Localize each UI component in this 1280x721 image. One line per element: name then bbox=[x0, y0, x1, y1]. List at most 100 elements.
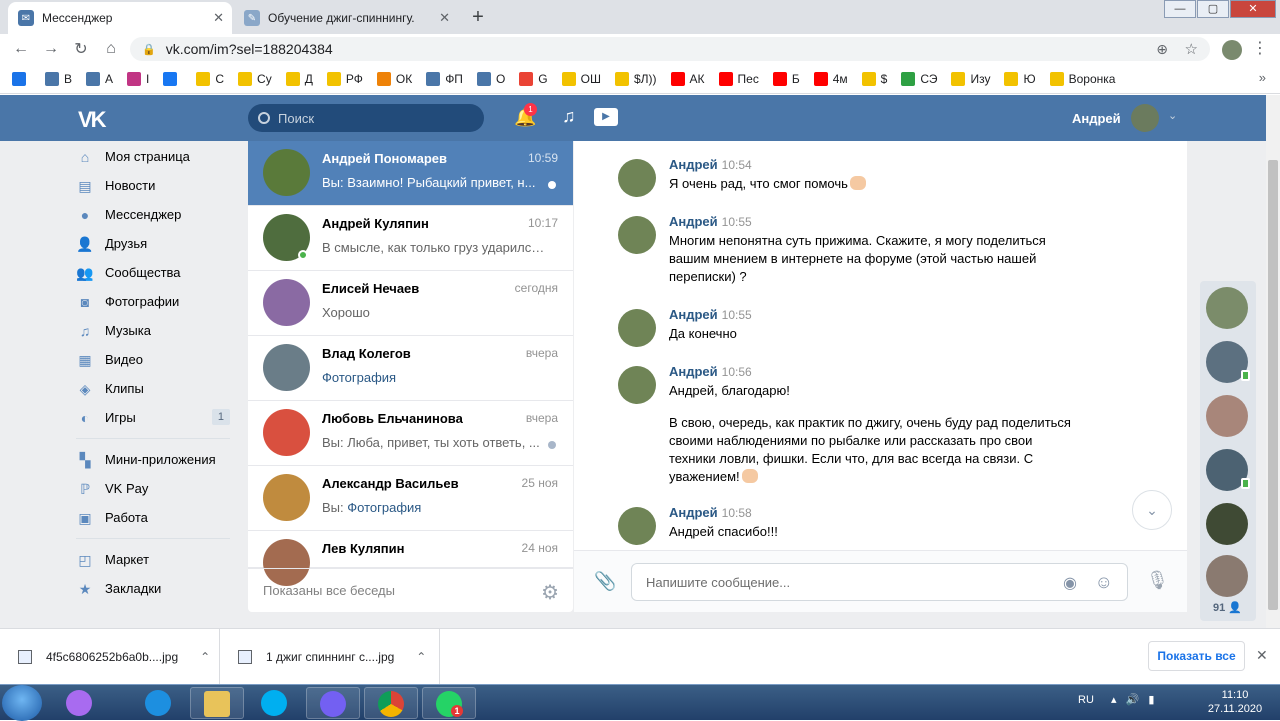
bookmark-item[interactable]: А bbox=[86, 71, 113, 86]
online-count[interactable]: 91 👤 bbox=[1213, 601, 1242, 614]
nav-item[interactable]: ● Мессенджер bbox=[76, 200, 236, 229]
bookmark-item[interactable]: Изу bbox=[951, 71, 990, 86]
bookmark-item[interactable]: Пес bbox=[718, 71, 759, 86]
download-item[interactable]: 1 джиг спиннинг с....jpg ⌃ bbox=[220, 629, 440, 685]
message-avatar[interactable] bbox=[618, 309, 656, 347]
nav-item[interactable]: 👤 Друзья bbox=[76, 229, 236, 258]
taskbar-app[interactable]: 1 bbox=[422, 687, 476, 719]
header-user-name[interactable]: Андрей bbox=[1072, 111, 1121, 126]
start-button[interactable] bbox=[2, 685, 42, 721]
minimize-button[interactable]: — bbox=[1164, 0, 1196, 18]
smile-icon[interactable]: ☺ bbox=[1095, 572, 1113, 593]
bookmark-item[interactable]: ФП bbox=[426, 71, 463, 86]
home-icon[interactable]: ⌂ bbox=[96, 40, 126, 58]
page-scrollbar[interactable] bbox=[1266, 95, 1280, 628]
music-icon[interactable]: ♫ bbox=[562, 106, 576, 127]
taskbar-app[interactable] bbox=[53, 687, 107, 719]
author-name[interactable]: Андрей bbox=[669, 364, 718, 379]
scroll-down-button[interactable]: ⌄ bbox=[1132, 490, 1172, 530]
header-avatar[interactable] bbox=[1131, 104, 1159, 132]
search-input[interactable] bbox=[278, 110, 468, 126]
attach-icon[interactable]: 📎 bbox=[594, 571, 616, 592]
conversation-item[interactable]: Александр Васильев 25 ноя Вы: Фотография bbox=[248, 466, 573, 531]
conversation-item[interactable]: Влад Колегов вчера Фотография bbox=[248, 336, 573, 401]
nav-item[interactable]: ▣ Работа bbox=[76, 503, 236, 532]
bookmark-item[interactable]: Су bbox=[238, 71, 272, 86]
volume-icon[interactable]: 🔊 bbox=[1126, 694, 1140, 706]
bookmark-item[interactable]: РФ bbox=[326, 71, 363, 86]
bookmark-item[interactable]: АК bbox=[670, 71, 705, 86]
message-author[interactable]: Андрей 10:56 bbox=[669, 364, 752, 379]
video-icon[interactable]: ▶ bbox=[594, 108, 618, 126]
bookmark-item[interactable]: Д bbox=[285, 71, 313, 86]
bookmark-item[interactable]: Б bbox=[772, 71, 800, 86]
close-icon[interactable]: ✕ bbox=[1256, 647, 1268, 664]
bookmark-item[interactable]: Воронка bbox=[1049, 71, 1115, 86]
network-icon[interactable]: ▮ bbox=[1148, 694, 1154, 706]
message-author[interactable]: Андрей 10:54 bbox=[669, 157, 752, 172]
nav-item[interactable]: ▦ Видео bbox=[76, 345, 236, 374]
friend-avatar[interactable] bbox=[1206, 503, 1248, 545]
forward-icon[interactable]: → bbox=[36, 40, 66, 58]
author-name[interactable]: Андрей bbox=[669, 157, 718, 172]
search-box[interactable] bbox=[248, 104, 484, 132]
tab-messenger[interactable]: ✉ Мессенджер ✕ bbox=[8, 2, 232, 34]
nav-item[interactable]: ★ Закладки bbox=[76, 574, 236, 603]
chevron-down-icon[interactable]: ⌄ bbox=[1168, 109, 1177, 122]
conversation-item[interactable]: Лев Куляпин 24 ноя bbox=[248, 531, 573, 586]
bookmark-item[interactable]: СЭ bbox=[901, 71, 937, 86]
nav-item[interactable]: ▚ Мини-приложения bbox=[76, 445, 236, 474]
message-box[interactable]: ◉ ☺ bbox=[631, 563, 1128, 601]
gear-icon[interactable]: ⚙ bbox=[541, 580, 559, 605]
url-field[interactable]: 🔒 vk.com/im?sel=188204384 ⊕ ☆ bbox=[130, 37, 1210, 61]
bookmark-item[interactable]: I bbox=[127, 71, 149, 86]
nav-item[interactable]: ◰ Маркет bbox=[76, 545, 236, 574]
author-name[interactable]: Андрей bbox=[669, 214, 718, 229]
message-author[interactable]: Андрей 10:55 bbox=[669, 307, 752, 322]
nav-item[interactable]: ♫ Музыка bbox=[76, 316, 236, 345]
message-input[interactable] bbox=[646, 574, 1026, 590]
bookmark-item[interactable]: G bbox=[519, 71, 548, 86]
new-tab-button[interactable]: + bbox=[466, 6, 490, 30]
vk-logo-icon[interactable]: VK bbox=[78, 107, 107, 133]
microphone-icon[interactable]: 🎙 bbox=[1146, 570, 1169, 591]
more-bookmarks-icon[interactable]: » bbox=[1259, 70, 1266, 85]
friend-avatar[interactable] bbox=[1206, 395, 1248, 437]
friend-avatar[interactable] bbox=[1206, 341, 1250, 383]
back-icon[interactable]: ← bbox=[6, 40, 36, 58]
chevron-up-icon[interactable]: ⌃ bbox=[200, 650, 210, 664]
tray-up-icon[interactable]: ▴ bbox=[1111, 694, 1117, 706]
bookmark-star-icon[interactable]: ☆ bbox=[1185, 40, 1198, 58]
bookmark-item[interactable]: $Л)) bbox=[614, 71, 657, 86]
conversation-item[interactable]: Елисей Нечаев сегодня Хорошо bbox=[248, 271, 573, 336]
browser-menu-icon[interactable]: ⋮ bbox=[1252, 38, 1268, 58]
friend-avatar[interactable] bbox=[1206, 287, 1248, 329]
bookmark-item[interactable]: Ю bbox=[1004, 71, 1036, 86]
bookmark-item[interactable]: ОШ bbox=[561, 71, 601, 86]
author-name[interactable]: Андрей bbox=[669, 307, 718, 322]
bookmark-item[interactable] bbox=[12, 71, 31, 86]
conversation-item[interactable]: Андрей Пономарев 10:59 Вы: Взаимно! Рыбацк… bbox=[248, 141, 573, 206]
taskbar-app[interactable] bbox=[132, 687, 186, 719]
author-name[interactable]: Андрей bbox=[669, 505, 718, 520]
message-avatar[interactable] bbox=[618, 159, 656, 197]
bookmark-item[interactable]: ОК bbox=[376, 71, 412, 86]
conversation-item[interactable]: Любовь Ельчанинова вчера Вы: Люба, привет,… bbox=[248, 401, 573, 466]
close-tab-icon[interactable]: ✕ bbox=[213, 10, 224, 26]
taskbar-app[interactable] bbox=[364, 687, 418, 719]
tab-jig-training[interactable]: ✎ Обучение джиг-спиннингу. Ма ✕ bbox=[234, 2, 458, 34]
message-avatar[interactable] bbox=[618, 366, 656, 404]
language-indicator[interactable]: RU bbox=[1078, 694, 1094, 706]
maximize-button[interactable]: ▢ bbox=[1197, 0, 1229, 18]
message-avatar[interactable] bbox=[618, 216, 656, 254]
nav-item[interactable]: 👥 Сообщества bbox=[76, 258, 236, 287]
nav-item[interactable]: ℙ VK Pay bbox=[76, 474, 236, 503]
nav-item[interactable]: ◈ Клипы bbox=[76, 374, 236, 403]
chevron-up-icon[interactable]: ⌃ bbox=[416, 650, 426, 664]
camera-icon[interactable]: ◉ bbox=[1063, 573, 1077, 593]
reload-icon[interactable]: ↻ bbox=[66, 39, 96, 59]
bookmark-item[interactable]: 4м bbox=[813, 71, 848, 86]
nav-item[interactable]: ◐ Игры 1 bbox=[76, 403, 236, 432]
clock[interactable]: 11:10 27.11.2020 bbox=[1200, 688, 1270, 716]
scrollbar-thumb[interactable] bbox=[1268, 160, 1278, 610]
